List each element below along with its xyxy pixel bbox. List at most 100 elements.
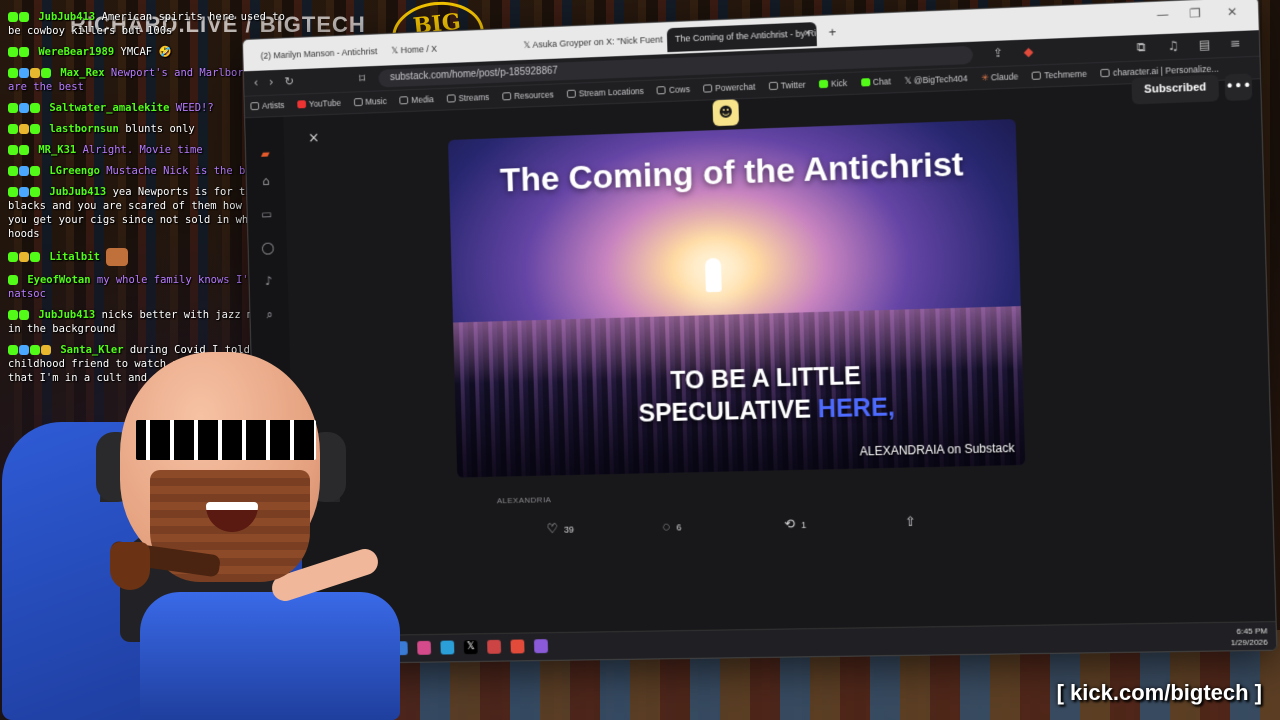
- brave-shield-icon[interactable]: ◆: [1024, 44, 1034, 59]
- tab-x-post[interactable]: 𝕏 Asuka Groyper on X: "Nick Fuentes warn…: [515, 28, 663, 58]
- sword-badge-icon: [19, 187, 29, 197]
- bookmark-item[interactable]: Chat: [860, 76, 891, 87]
- chat-username: EyeofWotan: [27, 274, 91, 286]
- chat-username: Litalbit: [49, 251, 100, 263]
- calendar-icon[interactable]: [487, 639, 502, 654]
- new-tab-button[interactable]: +: [822, 21, 847, 46]
- bookmark-item[interactable]: Cows: [656, 84, 690, 95]
- subscriber-badge-icon: [8, 252, 18, 262]
- armchair-arm: [140, 592, 400, 720]
- subscriber-badge-icon: [8, 68, 18, 78]
- bookmark-item[interactable]: Media: [399, 94, 434, 105]
- kick-badge-icon: [30, 103, 40, 113]
- folder-icon: [703, 84, 713, 93]
- chat-username: MR_K31: [38, 144, 77, 156]
- bookmark-item[interactable]: Kick: [818, 78, 847, 89]
- tab-youtube[interactable]: (2) Marilyn Manson - Antichrist Supersta…: [253, 40, 378, 69]
- home-icon[interactable]: ⌂: [259, 174, 273, 188]
- inbox-icon[interactable]: ▭: [260, 207, 274, 221]
- subscriber-badge-icon: [8, 275, 18, 285]
- forward-icon[interactable]: ›: [269, 75, 274, 89]
- chat-message: Litalbit: [8, 248, 286, 266]
- sword-badge-icon: [19, 103, 29, 113]
- folder-icon: [446, 94, 456, 103]
- share-icon[interactable]: ⇪: [993, 46, 1004, 61]
- back-icon[interactable]: ‹: [253, 76, 258, 90]
- bookmark-item[interactable]: Techmeme: [1031, 69, 1087, 81]
- bookmark-item[interactable]: Streams: [446, 92, 489, 104]
- kick-icon: [818, 79, 829, 89]
- sword-badge-icon: [19, 166, 29, 176]
- chat-text: YMCAF 🤣: [120, 46, 172, 58]
- chat-username: JubJub413: [38, 309, 96, 321]
- menu-icon[interactable]: ≡: [1230, 36, 1241, 51]
- publication-avatar-icon[interactable]: ☻: [712, 99, 740, 127]
- tab-x-home[interactable]: 𝕏 Home / X: [383, 35, 510, 64]
- characterai-icon: [1100, 68, 1110, 78]
- chat-username: JubJub413: [38, 11, 96, 23]
- kick-badge-icon: [41, 68, 51, 78]
- folder-icon: [250, 102, 260, 111]
- post-author[interactable]: ALEXANDRIA: [497, 495, 552, 505]
- folder-icon: [353, 97, 363, 107]
- kick-badge-icon: [30, 187, 40, 197]
- bookmark-item[interactable]: Music: [353, 96, 387, 107]
- folder-icon: [768, 81, 778, 91]
- more-options-button[interactable]: •••: [1224, 73, 1253, 101]
- chat-username: JubJub413: [49, 186, 107, 198]
- hero-subtitle-part-a: SPECULATIVE: [638, 395, 819, 428]
- bookmark-icon[interactable]: ⌑: [359, 71, 365, 85]
- search-icon[interactable]: ⌕: [263, 307, 277, 321]
- bookmark-item[interactable]: Stream Locations: [566, 86, 644, 99]
- subscriber-badge-icon: [8, 12, 18, 22]
- folder-icon: [656, 86, 667, 95]
- bell-icon[interactable]: ♪: [262, 274, 276, 288]
- extensions-icon[interactable]: ⧉: [1137, 40, 1146, 56]
- kick-icon: [860, 78, 870, 87]
- close-post-button[interactable]: ×: [303, 127, 325, 149]
- hero-subtitle-highlight: HERE,: [817, 393, 896, 424]
- subscribed-button[interactable]: Subscribed: [1131, 74, 1220, 105]
- subscriber-badge-icon: [8, 145, 18, 155]
- bookmark-item[interactable]: ✳ Claude: [981, 71, 1018, 83]
- bookmark-item[interactable]: Twitter: [768, 80, 806, 91]
- post-action-bar: ♡ 39 ◌ 6 ⟲ 1 ⇧: [546, 513, 945, 545]
- share-post-button[interactable]: ⇧: [905, 514, 923, 530]
- comment-button[interactable]: ◌ 6: [662, 518, 682, 534]
- bookmark-item[interactable]: YouTube: [297, 98, 341, 110]
- media-icon[interactable]: ♫: [1168, 39, 1180, 54]
- telegram-icon[interactable]: [440, 640, 455, 655]
- substack-logo-icon[interactable]: ▰: [258, 147, 272, 161]
- tab-label: Home / X: [400, 43, 438, 56]
- like-button[interactable]: ♡ 39: [546, 521, 574, 537]
- pixel-sunglasses-icon: [136, 420, 316, 460]
- chat-icon[interactable]: ◯: [261, 241, 275, 255]
- tab-label: (2) Marilyn Manson - Antichrist Supersta…: [260, 44, 378, 61]
- restack-button[interactable]: ⟲ 1: [784, 516, 806, 532]
- chat-username: LGreengo: [49, 165, 100, 177]
- sidebar-icon[interactable]: ▤: [1199, 37, 1211, 52]
- chat-username: Saltwater_amalekite: [49, 102, 170, 114]
- x-icon: 𝕏: [904, 75, 914, 86]
- reload-icon[interactable]: ↻: [284, 74, 294, 88]
- bookmark-item[interactable]: 𝕏 @BigTech404: [904, 73, 967, 86]
- tab-substack-active[interactable]: The Coming of the Antichrist - by Rich..…: [666, 22, 817, 53]
- subscriber-badge-icon: [8, 47, 18, 57]
- clock-time: 6:45 PM: [1236, 626, 1268, 636]
- bookmark-item[interactable]: Powerchat: [703, 82, 755, 94]
- minimize-icon[interactable]: —: [1156, 7, 1169, 22]
- bookmark-item[interactable]: Artists: [250, 100, 285, 111]
- chat-username: lastbornsun: [49, 123, 119, 135]
- bookmark-item[interactable]: Resources: [502, 90, 554, 102]
- close-tab-icon[interactable]: ×: [804, 27, 811, 39]
- stream-overlay: RICHARD.LIVE / BIGTECH BIG TECH JubJub41…: [0, 0, 1280, 720]
- chat-message: JubJub413 American spirits here used to …: [8, 10, 286, 38]
- maximize-icon[interactable]: ❐: [1189, 6, 1201, 21]
- brave-browser-icon[interactable]: [510, 639, 525, 654]
- comment-icon: ◌: [662, 518, 671, 534]
- obs-icon[interactable]: [533, 639, 549, 654]
- share-icon: ⇧: [904, 513, 917, 530]
- close-window-icon[interactable]: ✕: [1227, 4, 1238, 19]
- chat-text: Alright. Movie time: [82, 144, 203, 156]
- x-app-icon[interactable]: 𝕏: [463, 640, 478, 655]
